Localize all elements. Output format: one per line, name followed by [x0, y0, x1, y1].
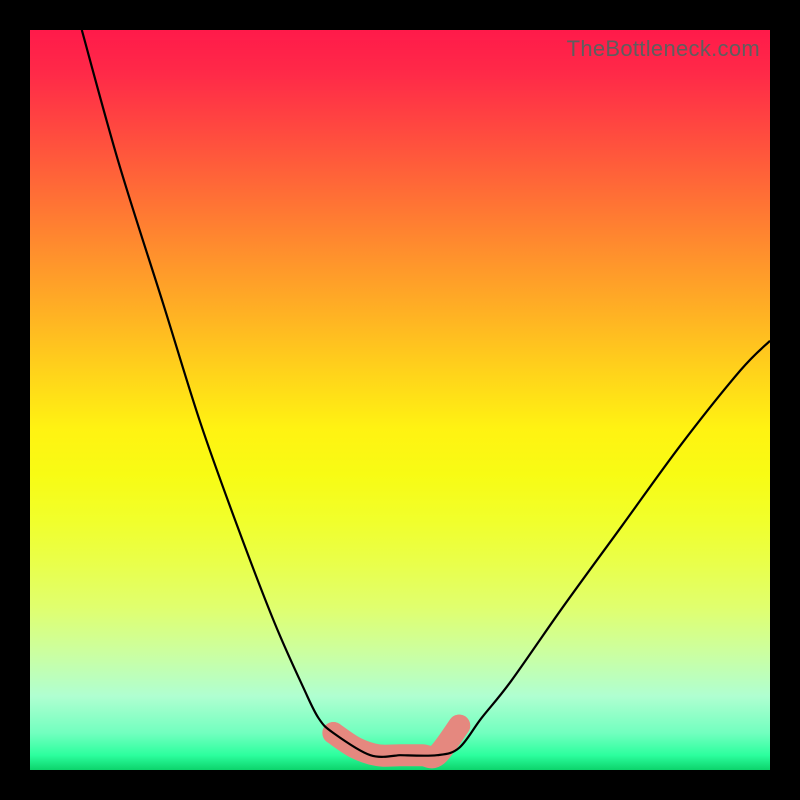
outer-frame: TheBottleneck.com	[0, 0, 800, 800]
band-endpoint-right	[448, 715, 470, 737]
left-curve	[82, 30, 400, 757]
chart-svg	[30, 30, 770, 770]
plot-area: TheBottleneck.com	[30, 30, 770, 770]
right-curve	[400, 341, 770, 756]
bottom-band	[333, 726, 459, 758]
plot-wrapper: TheBottleneck.com	[30, 30, 770, 770]
